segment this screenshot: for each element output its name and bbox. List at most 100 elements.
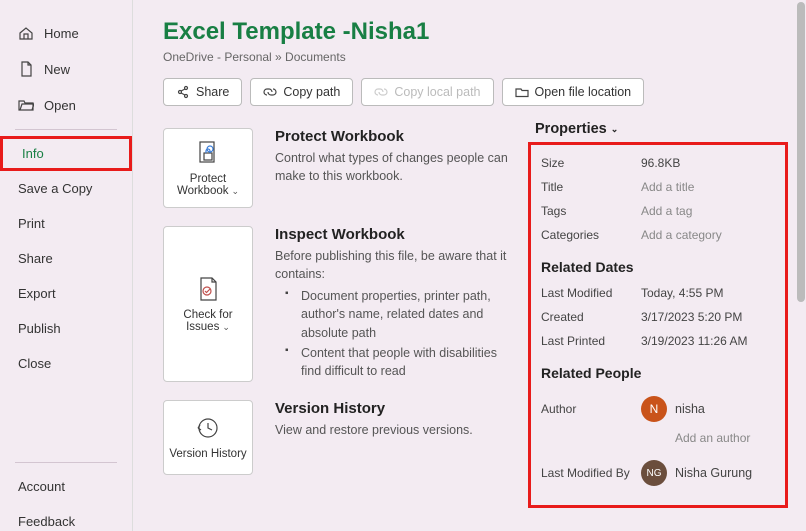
prop-value: Today, 4:55 PM (641, 286, 724, 300)
toolbar: Share Copy path Copy local path Open fil… (163, 78, 776, 106)
home-icon (18, 25, 34, 41)
card-label: Version History (169, 448, 246, 460)
lock-document-icon (194, 139, 222, 167)
add-author-link[interactable]: Add an author (675, 431, 775, 445)
open-file-location-button[interactable]: Open file location (502, 78, 645, 106)
chevron-down-icon: ⌄ (222, 322, 230, 332)
prop-value: 3/17/2023 5:20 PM (641, 310, 742, 324)
sidebar-item-publish[interactable]: Publish (0, 311, 132, 346)
sidebar-label: Account (18, 479, 65, 494)
sidebar-item-home[interactable]: Home (0, 15, 132, 51)
vertical-scrollbar[interactable] (796, 0, 806, 531)
prop-label: Author (541, 402, 641, 416)
share-icon (176, 85, 190, 99)
backstage-sidebar: Home New Open Info Save a Copy Print Sha… (0, 0, 133, 531)
sidebar-label: Home (44, 26, 79, 41)
prop-label: Tags (541, 204, 641, 218)
prop-last-modified: Last Modified Today, 4:55 PM (541, 281, 775, 305)
sidebar-item-export[interactable]: Export (0, 276, 132, 311)
chevron-down-icon: ⌄ (232, 186, 240, 196)
document-title: Excel Template -Nisha1 (163, 18, 776, 46)
sidebar-label: Print (18, 216, 45, 231)
prop-tags: Tags Add a tag (541, 199, 775, 223)
section-desc: Before publishing this file, be aware th… (275, 247, 515, 283)
prop-label: Last Printed (541, 334, 641, 348)
share-button[interactable]: Share (163, 78, 242, 106)
sidebar-label: New (44, 62, 70, 77)
link-icon (263, 85, 277, 99)
sidebar-label: Open (44, 98, 76, 113)
sidebar-item-open[interactable]: Open (0, 87, 132, 123)
related-people-heading: Related People (541, 365, 775, 381)
check-for-issues-card[interactable]: Check for Issues⌄ (163, 226, 253, 382)
prop-value: 96.8KB (641, 156, 680, 170)
copy-local-path-button: Copy local path (361, 78, 493, 106)
prop-label: Size (541, 156, 641, 170)
sidebar-label: Save a Copy (18, 181, 92, 196)
categories-field[interactable]: Add a category (641, 228, 722, 242)
sidebar-item-info[interactable]: Info (0, 136, 132, 171)
prop-title: Title Add a title (541, 175, 775, 199)
sidebar-label: Publish (18, 321, 61, 336)
avatar: NG (641, 460, 667, 486)
sidebar-item-feedback[interactable]: Feedback (0, 504, 132, 531)
prop-author: Author N nisha (541, 387, 775, 431)
divider (15, 462, 117, 463)
sidebar-item-print[interactable]: Print (0, 206, 132, 241)
button-label: Share (196, 85, 229, 99)
prop-label: Title (541, 180, 641, 194)
sidebar-item-new[interactable]: New (0, 51, 132, 87)
inspect-item: Content that people with disabilities fi… (291, 344, 501, 380)
sidebar-label: Share (18, 251, 53, 266)
sidebar-label: Feedback (18, 514, 75, 529)
sidebar-item-share[interactable]: Share (0, 241, 132, 276)
sidebar-label: Info (22, 146, 44, 161)
breadcrumb[interactable]: OneDrive - Personal » Documents (163, 50, 776, 64)
title-field[interactable]: Add a title (641, 180, 694, 194)
sidebar-label: Close (18, 356, 51, 371)
person-name: nisha (675, 402, 705, 416)
sidebar-item-account[interactable]: Account (0, 469, 132, 504)
avatar: N (641, 396, 667, 422)
scrollbar-thumb[interactable] (797, 2, 805, 302)
prop-label: Last Modified By (541, 466, 641, 480)
prop-last-printed: Last Printed 3/19/2023 11:26 AM (541, 329, 775, 353)
folder-open-icon (18, 97, 34, 113)
prop-label: Last Modified (541, 286, 641, 300)
sidebar-item-close[interactable]: Close (0, 346, 132, 381)
prop-size: Size 96.8KB (541, 151, 775, 175)
folder-icon (515, 85, 529, 99)
history-icon (194, 414, 222, 442)
button-label: Open file location (535, 85, 632, 99)
info-panel: Excel Template -Nisha1 OneDrive - Person… (133, 0, 806, 531)
properties-heading[interactable]: Properties ⌄ (535, 121, 618, 137)
prop-value: 3/19/2023 11:26 AM (641, 334, 748, 348)
version-history-card[interactable]: Version History (163, 400, 253, 475)
person-name: Nisha Gurung (675, 466, 752, 480)
prop-categories: Categories Add a category (541, 223, 775, 247)
related-dates-heading: Related Dates (541, 259, 775, 275)
modifiedby-person[interactable]: NG Nisha Gurung (641, 460, 752, 486)
inspect-document-icon (194, 275, 222, 303)
protect-workbook-card[interactable]: Protect Workbook⌄ (163, 128, 253, 208)
prop-created: Created 3/17/2023 5:20 PM (541, 305, 775, 329)
divider (15, 129, 117, 130)
chevron-down-icon: ⌄ (611, 124, 619, 135)
card-label: Protect Workbook (177, 173, 229, 197)
copy-path-button[interactable]: Copy path (250, 78, 353, 106)
sidebar-label: Export (18, 286, 56, 301)
properties-panel: Properties ⌄ Size 96.8KB Title Add a tit… (528, 142, 788, 508)
prop-label: Categories (541, 228, 641, 242)
document-icon (18, 61, 34, 77)
tags-field[interactable]: Add a tag (641, 204, 692, 218)
prop-label: Created (541, 310, 641, 324)
section-desc: View and restore previous versions. (275, 421, 515, 439)
button-label: Copy path (283, 85, 340, 99)
link-icon (374, 85, 388, 99)
section-desc: Control what types of changes people can… (275, 149, 515, 185)
prop-last-modified-by: Last Modified By NG Nisha Gurung (541, 451, 775, 495)
button-label: Copy local path (394, 85, 480, 99)
author-person[interactable]: N nisha (641, 396, 705, 422)
inspect-item: Document properties, printer path, autho… (291, 287, 501, 341)
sidebar-item-save-copy[interactable]: Save a Copy (0, 171, 132, 206)
